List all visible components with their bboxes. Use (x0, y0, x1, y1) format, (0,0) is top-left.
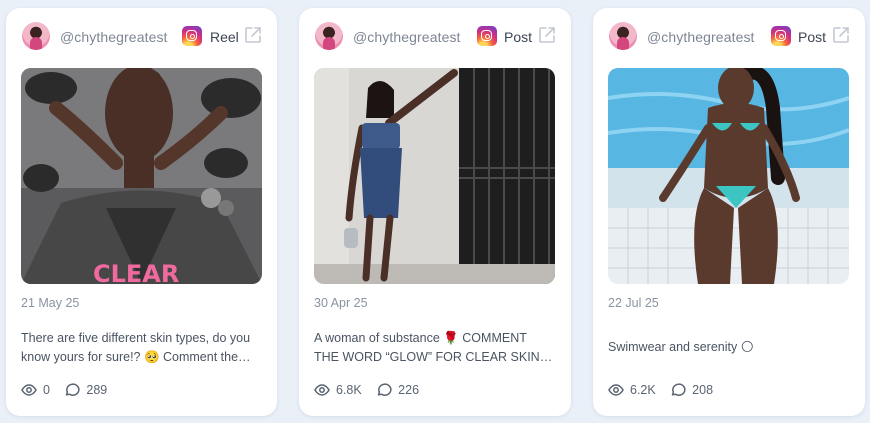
eye-icon (314, 384, 330, 396)
external-link-icon[interactable] (831, 25, 851, 45)
post-caption: Swimwear and serenity 🌕 (608, 340, 754, 354)
views-stat: 0 (21, 382, 50, 398)
views-stat: 6.2K (608, 382, 656, 398)
post-type-label: Post (504, 29, 533, 45)
comments-count: 289 (86, 383, 108, 397)
comment-bubble-icon (377, 383, 392, 396)
external-link-icon[interactable] (537, 25, 557, 45)
card-header: @chythegreatest Post (609, 22, 851, 52)
comments-count: 226 (398, 383, 420, 397)
views-count: 0 (43, 383, 50, 397)
instagram-icon (182, 26, 202, 46)
post-card[interactable]: @chythegreatest Post (299, 8, 571, 416)
avatar[interactable] (609, 22, 637, 50)
eye-icon (608, 384, 624, 396)
post-thumbnail[interactable] (608, 68, 849, 284)
post-date: 30 Apr 25 (314, 296, 368, 310)
engagement-stats: 6.8K 226 (314, 382, 429, 402)
eye-icon (21, 384, 37, 396)
post-thumbnail[interactable] (314, 68, 555, 284)
comments-stat: 208 (670, 382, 713, 398)
post-caption: A woman of substance 🌹 COMMENT THE WORD … (314, 331, 540, 364)
card-header: @chythegreatest Post (315, 22, 557, 52)
post-type-label: Post (798, 29, 827, 45)
post-card[interactable]: @chythegreatest Reel CLEAR 21 May 25 The (6, 8, 277, 416)
instagram-icon (771, 26, 791, 46)
engagement-stats: 6.2K 208 (608, 382, 723, 402)
post-caption: There are five different skin types, do … (21, 331, 251, 364)
instagram-icon (477, 26, 497, 46)
post-date: 21 May 25 (21, 296, 80, 310)
comments-stat: 289 (64, 382, 107, 398)
comment-bubble-icon (671, 383, 686, 396)
post-thumbnail[interactable]: CLEAR (21, 68, 262, 284)
views-count: 6.8K (336, 383, 362, 397)
engagement-stats: 0 289 (21, 382, 117, 402)
comment-bubble-icon (66, 383, 80, 396)
views-count: 6.2K (630, 383, 656, 397)
avatar[interactable] (22, 22, 50, 50)
comments-count: 208 (692, 383, 714, 397)
post-card[interactable]: @chythegreatest Post (593, 8, 865, 416)
account-handle[interactable]: @chythegreatest (60, 29, 168, 45)
card-header: @chythegreatest Reel (22, 22, 263, 52)
account-handle[interactable]: @chythegreatest (647, 29, 755, 45)
post-date: 22 Jul 25 (608, 296, 659, 310)
account-handle[interactable]: @chythegreatest (353, 29, 461, 45)
shirt-print-text: CLEAR (93, 260, 179, 284)
post-type-label: Reel (210, 29, 239, 45)
avatar[interactable] (315, 22, 343, 50)
views-stat: 6.8K (314, 382, 362, 398)
comments-stat: 226 (376, 382, 419, 398)
external-link-icon[interactable] (243, 25, 263, 45)
